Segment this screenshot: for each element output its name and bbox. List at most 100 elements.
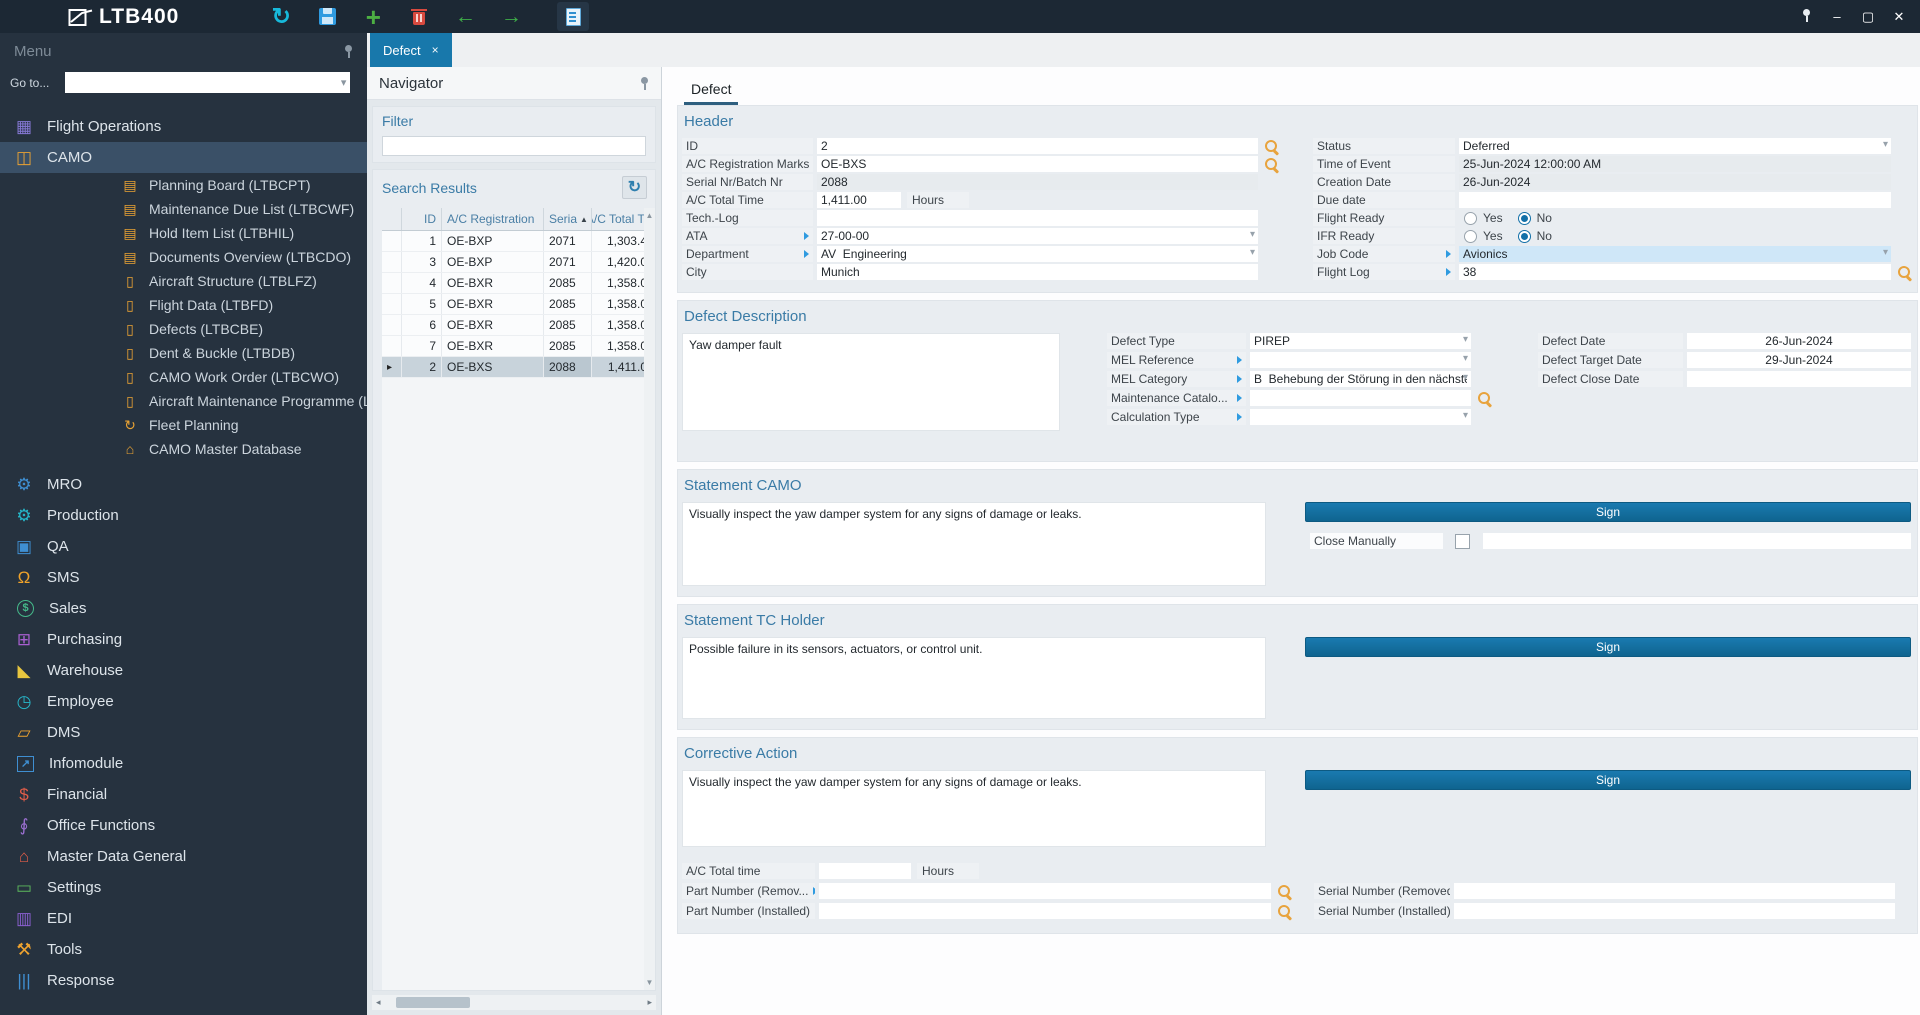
save-button[interactable] bbox=[311, 2, 343, 31]
mel-reference-input[interactable] bbox=[1250, 352, 1471, 368]
scroll-up-icon[interactable]: ▲ bbox=[646, 211, 654, 220]
lookup-icon[interactable] bbox=[1277, 884, 1292, 899]
due-date-input[interactable] bbox=[1459, 192, 1891, 208]
document-button[interactable] bbox=[557, 2, 590, 31]
sidebar-item-financial[interactable]: $ Financial bbox=[0, 779, 367, 810]
creation-date-input[interactable] bbox=[1459, 174, 1891, 190]
scroll-left-icon[interactable]: ◂ bbox=[376, 997, 381, 1008]
sign-corrective-button[interactable]: Sign bbox=[1305, 770, 1911, 790]
dropdown-arrow-icon[interactable]: ▾ bbox=[1883, 140, 1888, 150]
scrollbar-thumb[interactable] bbox=[396, 997, 470, 1008]
statement-camo-text[interactable]: Visually inspect the yaw damper system f… bbox=[682, 502, 1266, 586]
flight-ready-no-radio[interactable]: No bbox=[1517, 211, 1552, 225]
expander-arrow-icon[interactable] bbox=[1237, 356, 1242, 364]
goto-input[interactable] bbox=[65, 72, 351, 93]
lookup-icon[interactable] bbox=[1277, 904, 1292, 919]
time-of-event-input[interactable] bbox=[1459, 156, 1891, 172]
serial-number-removed-input[interactable] bbox=[1454, 883, 1895, 899]
chevron-down-icon[interactable]: ▾ bbox=[341, 76, 347, 89]
minimize-button[interactable]: – bbox=[1828, 10, 1846, 23]
sidebar-item-office-functions[interactable]: ∮ Office Functions bbox=[0, 810, 367, 841]
expander-arrow-icon[interactable] bbox=[1446, 250, 1451, 258]
lookup-icon[interactable] bbox=[1264, 157, 1279, 172]
sidebar-item-planning-board[interactable]: ▤ Planning Board (LTBCPT) bbox=[0, 173, 367, 197]
sidebar-item-infomodule[interactable]: ↗ Infomodule bbox=[0, 748, 367, 779]
flight-ready-yes-radio[interactable]: Yes bbox=[1464, 211, 1503, 225]
part-number-installed-input[interactable] bbox=[819, 903, 1271, 919]
dropdown-arrow-icon[interactable]: ▾ bbox=[1463, 335, 1468, 345]
sidebar-item-settings[interactable]: ▭ Settings bbox=[0, 872, 367, 903]
department-input[interactable] bbox=[817, 246, 1258, 262]
sidebar-item-employee[interactable]: ◷ Employee bbox=[0, 686, 367, 717]
sidebar-item-edi[interactable]: ▥ EDI bbox=[0, 903, 367, 934]
sidebar-item-camo-master-database[interactable]: ⌂ CAMO Master Database bbox=[0, 437, 367, 461]
sidebar-item-fleet-planning[interactable]: ↻ Fleet Planning bbox=[0, 413, 367, 437]
back-button[interactable] bbox=[449, 2, 481, 31]
ata-input[interactable] bbox=[817, 228, 1258, 244]
defect-description-text[interactable]: Yaw damper fault bbox=[682, 333, 1060, 431]
result-row-1[interactable]: 1 OE-BXP 2071 1,303.4 bbox=[382, 231, 644, 252]
sidebar-item-master-data-general[interactable]: ⌂ Master Data General bbox=[0, 841, 367, 872]
close-manually-checkbox[interactable] bbox=[1455, 533, 1470, 549]
tab-defect[interactable]: Defect bbox=[684, 73, 739, 105]
a-c-registration-marks-input[interactable] bbox=[817, 156, 1258, 172]
add-button[interactable] bbox=[357, 2, 389, 31]
part-number-remov-input[interactable] bbox=[819, 883, 1271, 899]
a-c-total-time-input[interactable] bbox=[819, 863, 911, 879]
tab-close-icon[interactable]: × bbox=[432, 43, 439, 57]
sidebar-item-qa[interactable]: ▣ QA bbox=[0, 531, 367, 562]
tab-defect[interactable]: Defect × bbox=[370, 33, 452, 67]
flight-log-input[interactable] bbox=[1459, 264, 1891, 280]
result-row-2[interactable]: ▸ 2 OE-BXS 2088 1,411.0 bbox=[382, 357, 644, 378]
expander-arrow-icon[interactable] bbox=[1237, 413, 1242, 421]
sidebar-item-flight-operations[interactable]: ▦ Flight Operations bbox=[0, 111, 367, 142]
dropdown-arrow-icon[interactable]: ▾ bbox=[1250, 230, 1255, 240]
result-row-6[interactable]: 6 OE-BXR 2085 1,358.0 bbox=[382, 315, 644, 336]
column-header-a-c-total-ti[interactable]: A/C Total Ti bbox=[592, 208, 644, 230]
sidebar-item-dms[interactable]: ▱ DMS bbox=[0, 717, 367, 748]
sidebar-item-mro[interactable]: ⚙ MRO bbox=[0, 469, 367, 500]
pin-button[interactable] bbox=[1797, 9, 1815, 24]
corrective-action-text[interactable]: Visually inspect the yaw damper system f… bbox=[682, 770, 1266, 847]
lookup-icon[interactable] bbox=[1897, 265, 1912, 280]
defect-date-input[interactable] bbox=[1687, 333, 1911, 349]
defect-close-date-input[interactable] bbox=[1687, 371, 1911, 387]
sidebar-item-flight-data[interactable]: ▯ Flight Data (LTBFD) bbox=[0, 293, 367, 317]
vertical-scrollbar[interactable]: ▲ ▼ bbox=[644, 208, 655, 990]
column-header-a-c-registration[interactable]: A/C Registration bbox=[442, 208, 544, 230]
delete-button[interactable] bbox=[403, 2, 435, 31]
lookup-icon[interactable] bbox=[1477, 391, 1492, 406]
close-manually-field[interactable] bbox=[1483, 533, 1911, 549]
status-input[interactable] bbox=[1459, 138, 1891, 154]
sign-tc-holder-button[interactable]: Sign bbox=[1305, 637, 1911, 657]
sidebar-item-aircraft-structure[interactable]: ▯ Aircraft Structure (LTBLFZ) bbox=[0, 269, 367, 293]
expander-arrow-icon[interactable] bbox=[1237, 375, 1242, 383]
maintenance-catalo-input[interactable] bbox=[1250, 390, 1471, 406]
job-code-input[interactable] bbox=[1459, 246, 1891, 262]
result-row-4[interactable]: 4 OE-BXR 2085 1,358.0 bbox=[382, 273, 644, 294]
sidebar-item-purchasing[interactable]: ⊞ Purchasing bbox=[0, 624, 367, 655]
id-input[interactable] bbox=[817, 138, 1258, 154]
expander-arrow-icon[interactable] bbox=[804, 232, 809, 240]
lookup-icon[interactable] bbox=[1264, 139, 1279, 154]
sidebar-item-production[interactable]: ⚙ Production bbox=[0, 500, 367, 531]
filter-input[interactable] bbox=[382, 136, 646, 156]
a-c-total-time-input[interactable] bbox=[817, 192, 901, 208]
maximize-button[interactable]: ▢ bbox=[1859, 10, 1877, 23]
scroll-right-icon[interactable]: ▸ bbox=[647, 997, 652, 1008]
sidebar-item-aircraft-maintenance-programme[interactable]: ▯ Aircraft Maintenance Programme (LTBMPR) bbox=[0, 389, 367, 413]
sidebar-item-response[interactable]: ||| Response bbox=[0, 965, 367, 996]
sidebar-item-hold-item-list[interactable]: ▤ Hold Item List (LTBHIL) bbox=[0, 221, 367, 245]
expander-arrow-icon[interactable] bbox=[804, 250, 809, 258]
sidebar-item-defects[interactable]: ▯ Defects (LTBCBE) bbox=[0, 317, 367, 341]
statement-tc-holder-text[interactable]: Possible failure in its sensors, actuato… bbox=[682, 637, 1266, 719]
tech-log-input[interactable] bbox=[817, 210, 1258, 226]
sidebar-item-documents-overview[interactable]: ▤ Documents Overview (LTBCDO) bbox=[0, 245, 367, 269]
sidebar-item-camo-work-order[interactable]: ▯ CAMO Work Order (LTBCWO) bbox=[0, 365, 367, 389]
refresh-button[interactable] bbox=[265, 2, 297, 31]
forward-button[interactable] bbox=[495, 2, 527, 31]
scroll-down-icon[interactable]: ▼ bbox=[646, 978, 654, 987]
result-row-3[interactable]: 3 OE-BXP 2071 1,420.0 bbox=[382, 252, 644, 273]
sidebar-item-sms[interactable]: Ω SMS bbox=[0, 562, 367, 593]
defect-target-date-input[interactable] bbox=[1687, 352, 1911, 368]
